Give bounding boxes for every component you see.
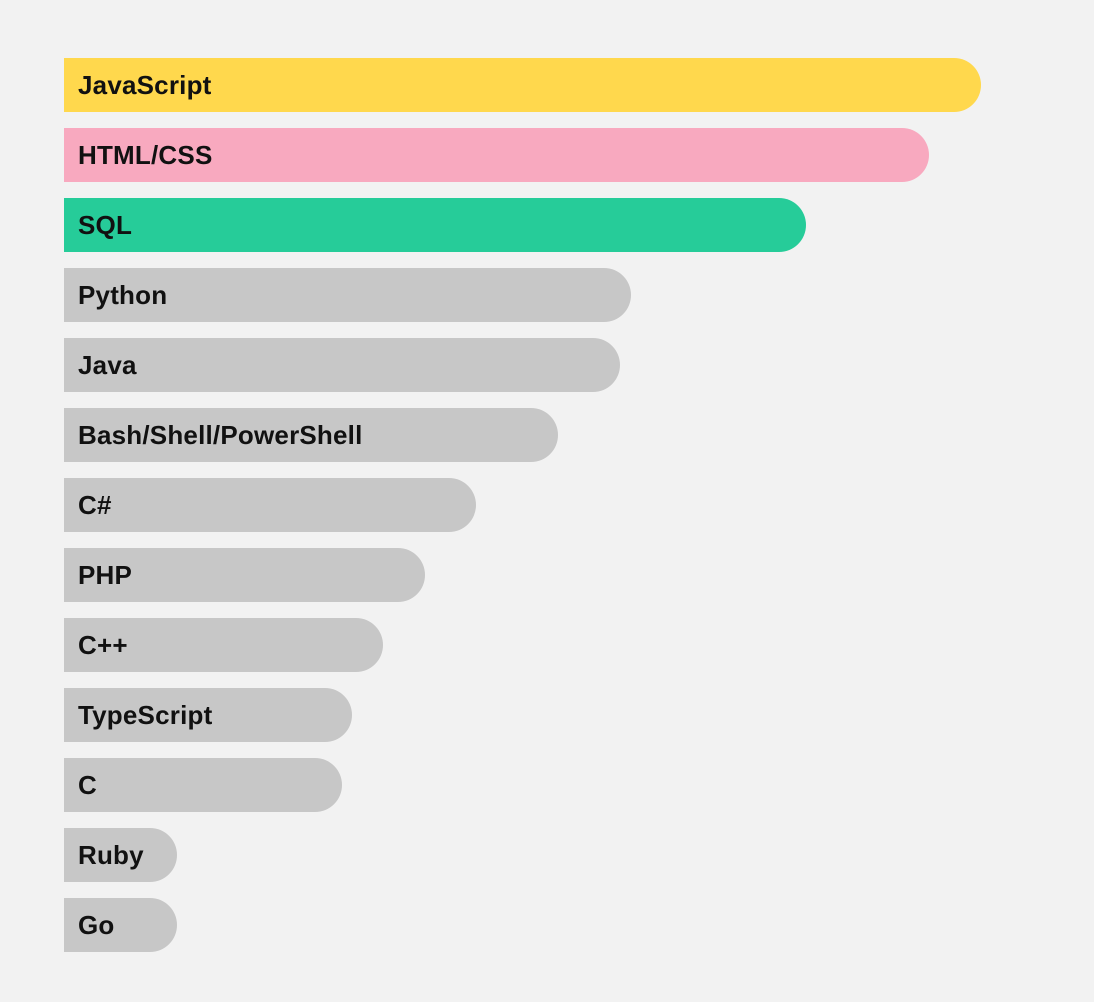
- bar-label: Ruby: [78, 840, 144, 871]
- bar-row: Go: [64, 898, 177, 952]
- bar-label: PHP: [78, 560, 132, 591]
- bar-row: HTML/CSS: [64, 128, 929, 182]
- bar-label: SQL: [78, 210, 132, 241]
- bar-label: HTML/CSS: [78, 140, 212, 171]
- bar-row: Bash/Shell/PowerShell: [64, 408, 558, 462]
- bar-row: SQL: [64, 198, 806, 252]
- bar-label: C++: [78, 630, 128, 661]
- bar-label: Go: [78, 910, 115, 941]
- bar-row: Ruby: [64, 828, 177, 882]
- bar-row: C#: [64, 478, 476, 532]
- bar-label: C#: [78, 490, 112, 521]
- bar-chart: JavaScript HTML/CSS SQL Python Java Bash/Shel…: [0, 0, 1094, 952]
- bar-label: C: [78, 770, 97, 801]
- bar-row: JavaScript: [64, 58, 981, 112]
- bar-row: C: [64, 758, 342, 812]
- bar-row: C++: [64, 618, 383, 672]
- bar-label: TypeScript: [78, 700, 212, 731]
- bar-row: Java: [64, 338, 620, 392]
- bar-label: Java: [78, 350, 137, 381]
- bar-label: Bash/Shell/PowerShell: [78, 420, 363, 451]
- bar-row: PHP: [64, 548, 425, 602]
- bar-label: Python: [78, 280, 167, 311]
- bar-row: Python: [64, 268, 631, 322]
- bar-label: JavaScript: [78, 70, 212, 101]
- bar-row: TypeScript: [64, 688, 352, 742]
